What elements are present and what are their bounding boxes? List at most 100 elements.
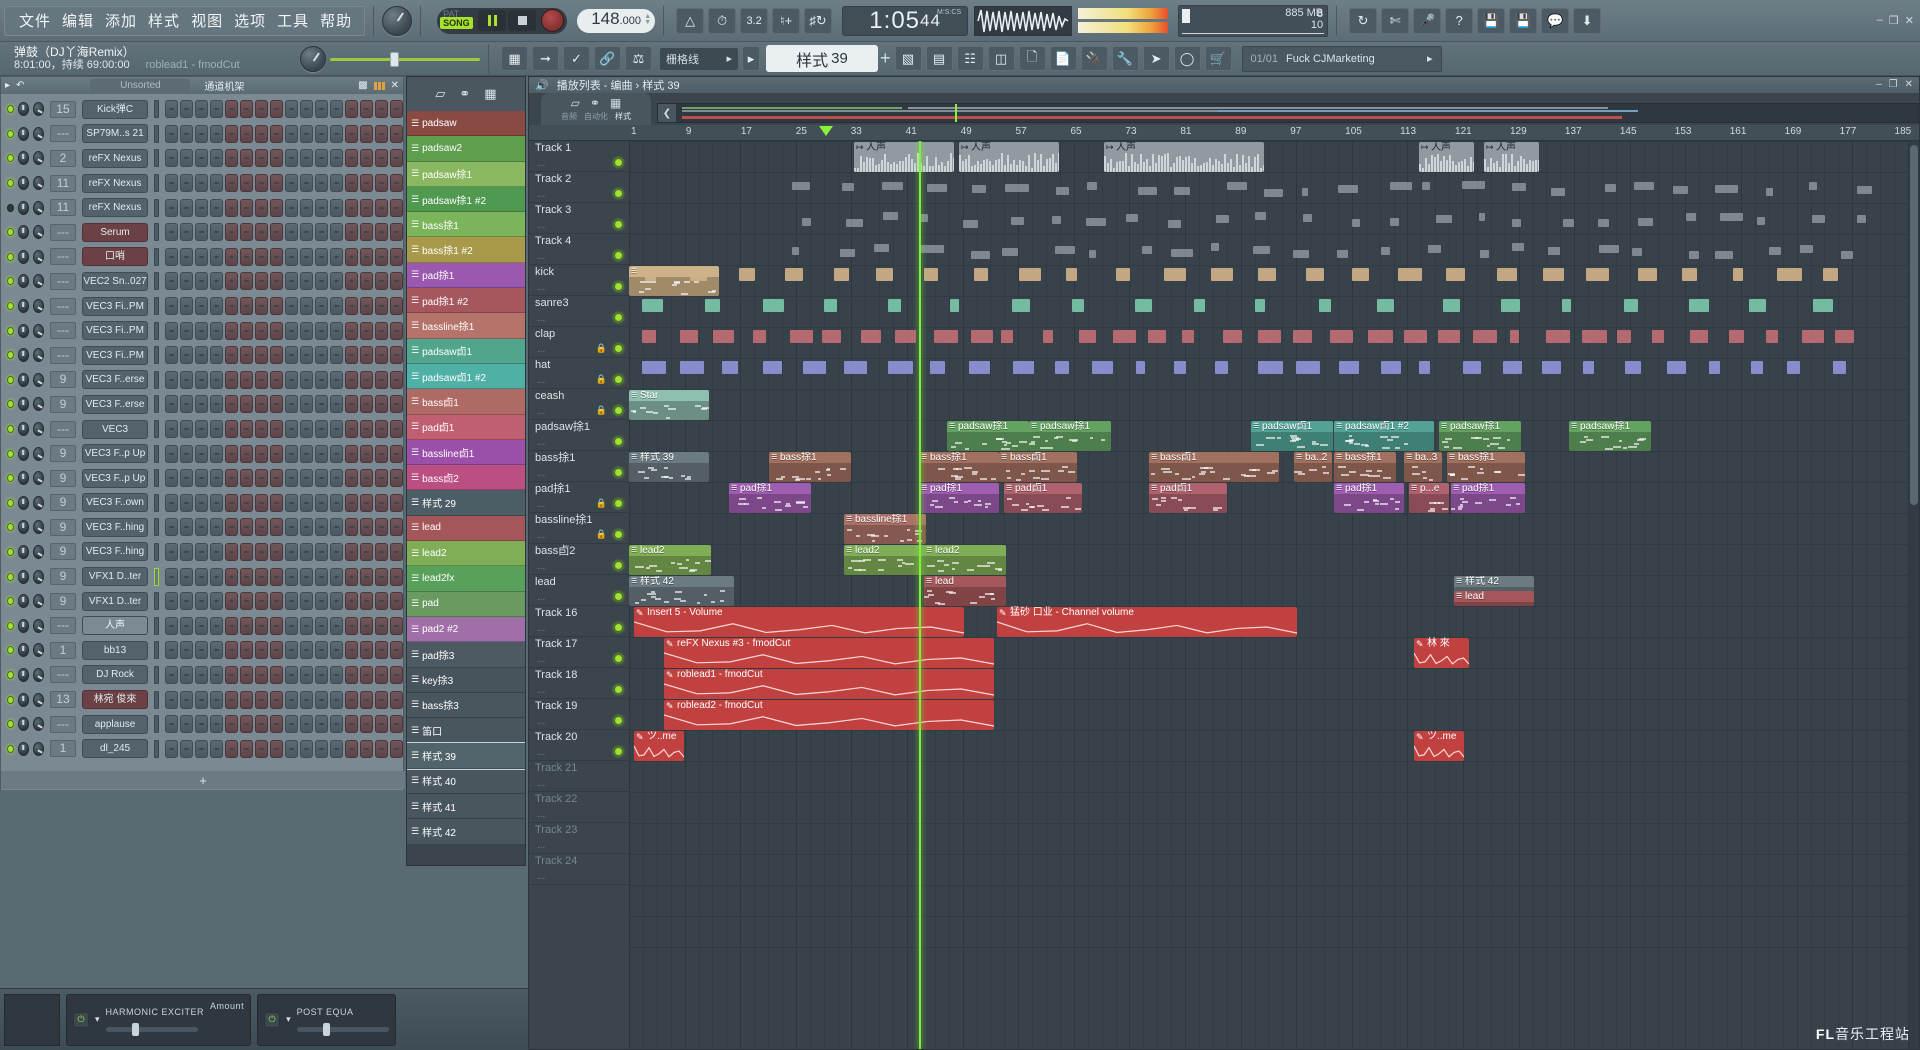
pattern-clip[interactable] bbox=[1381, 361, 1402, 374]
step-button[interactable] bbox=[315, 567, 329, 586]
step-button[interactable] bbox=[165, 346, 179, 365]
channel-row[interactable]: 2 reFX Nexus #3 bbox=[1, 146, 403, 171]
pattern-clip[interactable] bbox=[738, 268, 755, 281]
step-button[interactable] bbox=[285, 149, 299, 168]
step-button[interactable] bbox=[360, 665, 374, 684]
channel-pan-knob[interactable] bbox=[17, 569, 29, 584]
picker-item[interactable]: ☰ lead2fx bbox=[407, 566, 525, 592]
track-name[interactable]: bass捈1 bbox=[535, 451, 629, 465]
track-header[interactable]: clap... 🔒 bbox=[529, 327, 629, 358]
step-button[interactable] bbox=[180, 641, 194, 660]
close-button[interactable]: ✕ bbox=[1905, 79, 1913, 90]
step-button[interactable] bbox=[240, 542, 254, 561]
step-button[interactable] bbox=[285, 542, 299, 561]
pattern-clip[interactable]: pad捈1 bbox=[729, 483, 811, 513]
picker-item[interactable]: ☰ pad捈1 #2 bbox=[407, 288, 525, 314]
step-button[interactable] bbox=[240, 715, 254, 734]
step-button[interactable] bbox=[165, 370, 179, 389]
menu-item-pattern[interactable]: 样式 bbox=[148, 10, 180, 31]
step-button[interactable] bbox=[165, 592, 179, 611]
step-button[interactable] bbox=[315, 198, 329, 217]
chevron-down-icon[interactable]: ▾ bbox=[286, 1014, 291, 1025]
pattern-clip[interactable] bbox=[1018, 268, 1042, 281]
step-button[interactable] bbox=[345, 100, 359, 119]
step-sequencer[interactable] bbox=[165, 592, 403, 611]
step-button[interactable] bbox=[330, 739, 344, 758]
menu-item-options[interactable]: 选项 bbox=[234, 10, 266, 31]
step-button[interactable] bbox=[390, 198, 403, 217]
step-button[interactable] bbox=[315, 370, 329, 389]
channel-pan-knob[interactable] bbox=[17, 643, 29, 658]
track-header[interactable]: sanre3... bbox=[529, 296, 629, 327]
pattern-clip[interactable] bbox=[1112, 330, 1136, 343]
step-button[interactable] bbox=[390, 223, 403, 242]
step-button[interactable] bbox=[360, 297, 374, 316]
step-button[interactable] bbox=[180, 370, 194, 389]
step-button[interactable] bbox=[270, 493, 284, 512]
channel-pan-knob[interactable] bbox=[17, 348, 29, 363]
step-button[interactable] bbox=[225, 272, 239, 291]
step-button[interactable] bbox=[375, 641, 389, 660]
track-enable-led[interactable] bbox=[614, 685, 623, 694]
pattern-clip[interactable] bbox=[1091, 361, 1114, 374]
pattern-clip[interactable] bbox=[1254, 299, 1265, 312]
picker-item[interactable]: ☰ padsaw2 bbox=[407, 136, 525, 162]
track-header[interactable]: Track 18... bbox=[529, 668, 629, 699]
pattern-clip[interactable] bbox=[705, 299, 720, 312]
step-sequencer[interactable] bbox=[165, 174, 403, 193]
step-button[interactable] bbox=[255, 297, 269, 316]
step-button[interactable] bbox=[180, 592, 194, 611]
channel-volume-knob[interactable] bbox=[32, 618, 44, 633]
step-button[interactable] bbox=[225, 690, 239, 709]
pattern-clip[interactable] bbox=[1638, 268, 1658, 281]
step-button[interactable] bbox=[390, 641, 403, 660]
pattern-clip[interactable] bbox=[1462, 361, 1482, 374]
step-button[interactable] bbox=[390, 297, 403, 316]
pattern-clip[interactable]: bass捈1 bbox=[919, 452, 999, 482]
step-button[interactable] bbox=[240, 321, 254, 340]
track-menu-dots[interactable]: ... bbox=[537, 375, 545, 386]
step-button[interactable] bbox=[345, 124, 359, 143]
pattern-clip[interactable] bbox=[1071, 299, 1085, 312]
step-button[interactable] bbox=[375, 124, 389, 143]
sort-selector[interactable]: Unsorted bbox=[90, 79, 191, 92]
step-button[interactable] bbox=[345, 690, 359, 709]
pattern-clip[interactable]: bassline捈1 bbox=[844, 514, 926, 544]
pattern-clip[interactable] bbox=[887, 299, 901, 312]
channel-select-bar[interactable] bbox=[153, 690, 160, 709]
pattern-clip[interactable]: bass卣1 bbox=[1149, 452, 1279, 482]
step-button[interactable] bbox=[180, 420, 194, 439]
pattern-clip[interactable] bbox=[784, 268, 803, 281]
channel-mixer-number[interactable]: --- bbox=[49, 322, 77, 340]
step-button[interactable] bbox=[390, 346, 403, 365]
track-name[interactable]: Track 22 bbox=[535, 792, 629, 806]
comment-icon[interactable]: 💬 bbox=[1541, 7, 1570, 34]
step-button[interactable] bbox=[330, 493, 344, 512]
tab-automation-label[interactable]: 自动化 bbox=[584, 111, 608, 122]
step-button[interactable] bbox=[210, 420, 224, 439]
step-button[interactable] bbox=[345, 469, 359, 488]
step-button[interactable] bbox=[345, 272, 359, 291]
step-button[interactable] bbox=[210, 198, 224, 217]
step-button[interactable] bbox=[225, 542, 239, 561]
track-menu-dots[interactable]: ... bbox=[537, 251, 545, 262]
step-button[interactable] bbox=[225, 370, 239, 389]
pattern-clip[interactable]: padsaw捈1 bbox=[1029, 421, 1111, 451]
step-button[interactable] bbox=[270, 297, 284, 316]
step-button[interactable] bbox=[225, 223, 239, 242]
channel-volume-knob[interactable] bbox=[32, 372, 44, 387]
step-button[interactable] bbox=[315, 493, 329, 512]
step-button[interactable] bbox=[195, 174, 209, 193]
step-button[interactable] bbox=[210, 518, 224, 537]
step-button[interactable] bbox=[255, 567, 269, 586]
wrench-icon[interactable]: 🔧 bbox=[1111, 46, 1139, 71]
step-button[interactable] bbox=[330, 592, 344, 611]
channel-volume-knob[interactable] bbox=[32, 594, 44, 609]
step-button[interactable] bbox=[240, 272, 254, 291]
channel-row[interactable]: --- 人声 bbox=[1, 613, 403, 638]
channel-select-bar[interactable] bbox=[153, 420, 160, 439]
track-header[interactable]: Track 20... bbox=[529, 730, 629, 761]
new-file-icon[interactable]: 🗋 bbox=[1018, 46, 1046, 71]
channel-pan-knob[interactable] bbox=[17, 520, 29, 535]
step-button[interactable] bbox=[330, 247, 344, 266]
